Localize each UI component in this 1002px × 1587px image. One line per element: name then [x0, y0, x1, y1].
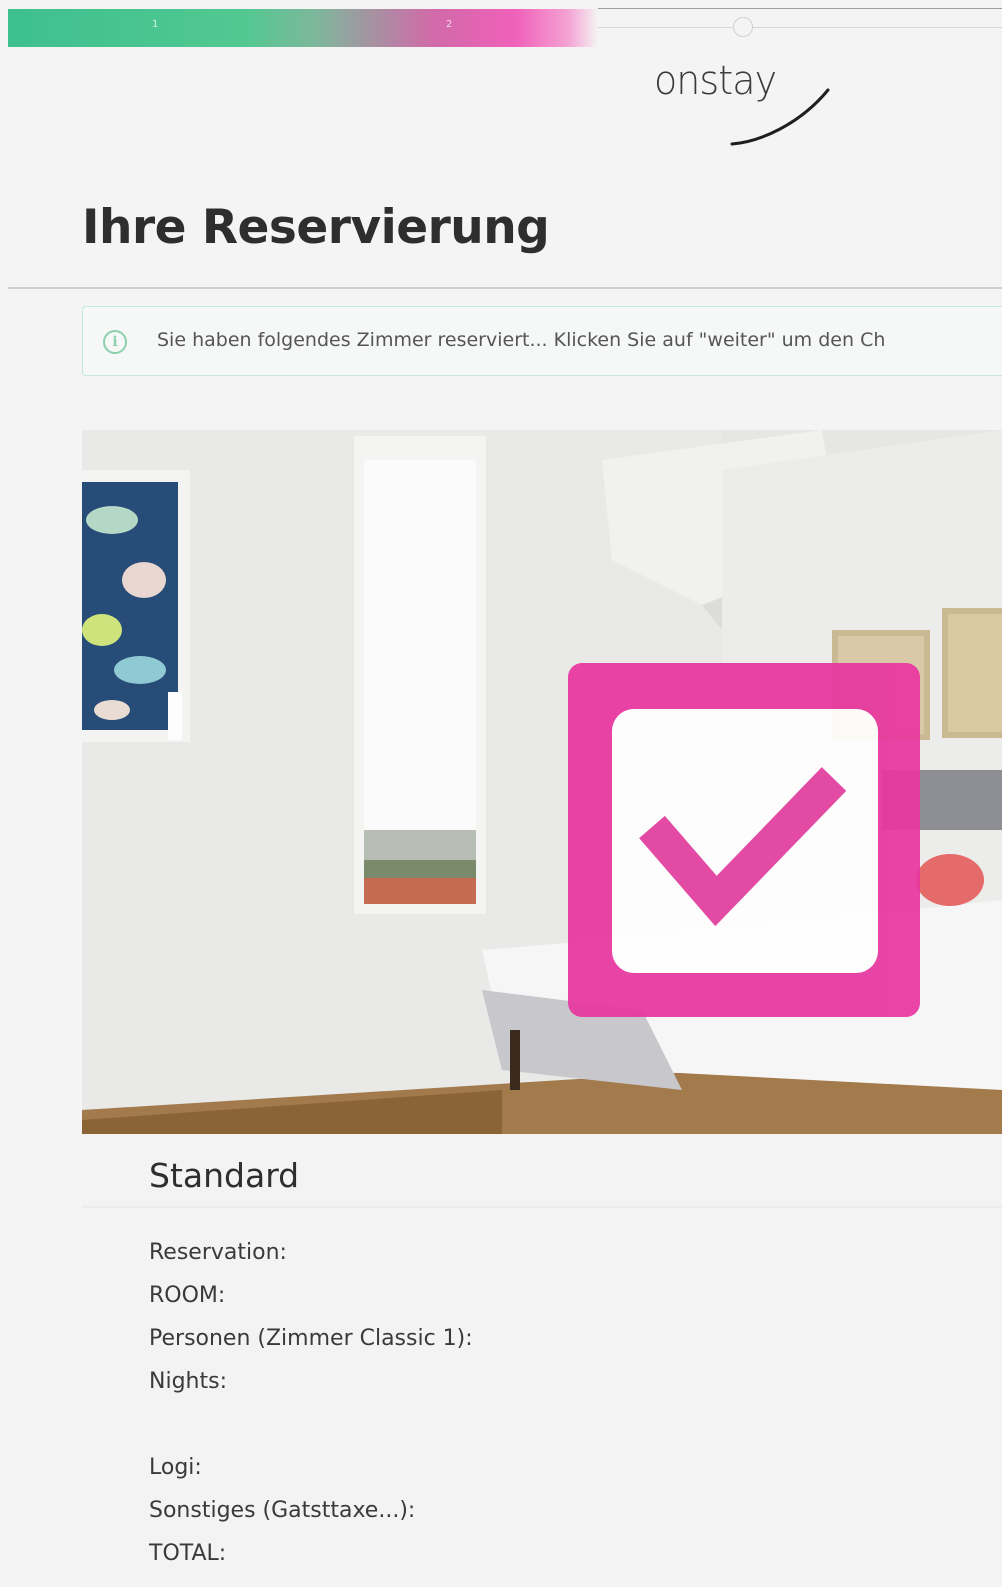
progress-top-border	[598, 8, 1002, 9]
progress-bar-fill	[8, 9, 598, 47]
detail-room-label: ROOM:	[149, 1283, 226, 1308]
checkmark-icon	[639, 767, 847, 927]
info-banner: i Sie haben folgendes Zimmer reserviert.…	[82, 306, 1002, 376]
progress-stepper: 1 2	[0, 0, 1002, 48]
room-photo	[82, 430, 1002, 1134]
logo-swoosh-icon	[730, 88, 830, 146]
progress-step-2-label: 2	[446, 19, 453, 30]
title-divider	[8, 287, 1002, 289]
detail-personen-label: Personen (Zimmer Classic 1):	[149, 1326, 473, 1351]
detail-reservation-label: Reservation:	[149, 1240, 287, 1265]
info-banner-text: Sie haben folgendes Zimmer reserviert...…	[157, 329, 886, 351]
detail-logi-label: Logi:	[149, 1455, 202, 1480]
checkmark-box	[612, 709, 878, 973]
detail-nights-label: Nights:	[149, 1369, 227, 1394]
room-name: Standard	[149, 1156, 300, 1195]
detail-sonstiges-label: Sonstiges (Gatsttaxe...):	[149, 1498, 416, 1523]
progress-step-3-dot	[733, 17, 753, 37]
detail-total-label: TOTAL:	[149, 1541, 227, 1566]
checkmark-overlay	[568, 663, 920, 1017]
room-name-divider	[82, 1206, 1002, 1208]
progress-step-1-label: 1	[152, 19, 159, 30]
info-circle-icon: i	[103, 330, 127, 354]
onstay-logo: onstay	[650, 52, 850, 152]
progress-track	[598, 27, 1002, 28]
page-title: Ihre Reservierung	[82, 200, 550, 255]
